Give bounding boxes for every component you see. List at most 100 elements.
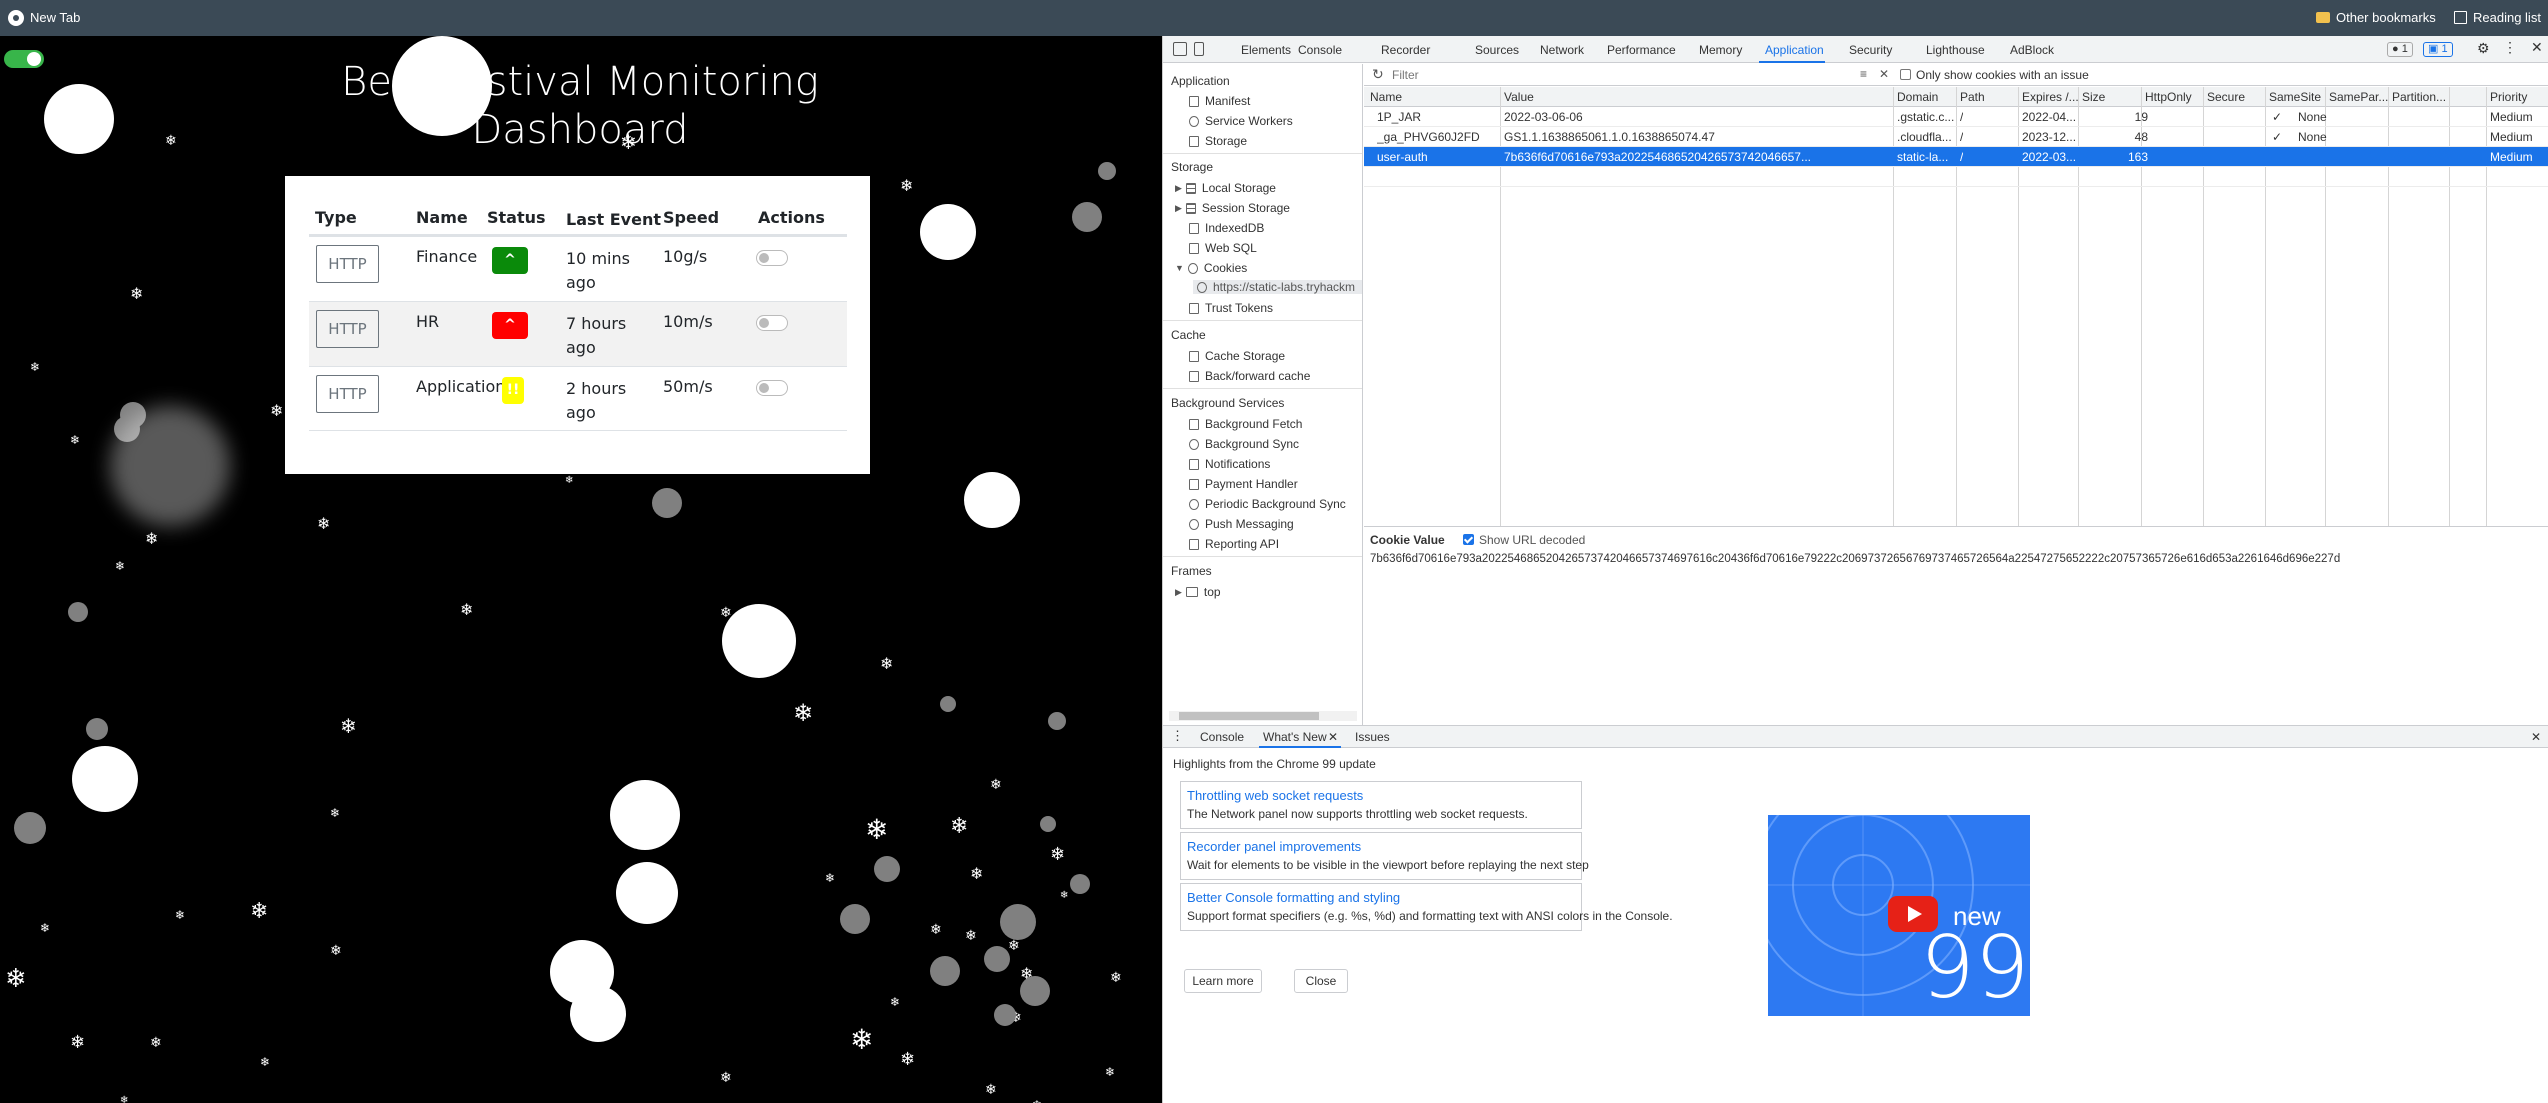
scrollbar-thumb[interactable]	[1179, 712, 1319, 720]
whats-new-item[interactable]: Throttling web socket requests The Netwo…	[1180, 781, 1582, 829]
sidebar-item-trust-tokens[interactable]: Trust Tokens	[1189, 301, 1273, 315]
expand-arrow-icon[interactable]: ▶	[1175, 183, 1182, 194]
sidebar-item-back-forward-cache[interactable]: Back/forward cache	[1189, 369, 1310, 383]
whats-new-item[interactable]: Recorder panel improvements Wait for ele…	[1180, 832, 1589, 880]
table-row-selected[interactable]: user-auth 7b636f6d70616e793a202254686520…	[1364, 147, 2548, 167]
expand-arrow-icon[interactable]: ▶	[1175, 203, 1182, 214]
col-value[interactable]: Value	[1504, 90, 1534, 104]
col-secure[interactable]: Secure	[2207, 90, 2245, 104]
sidebar-item-periodic-background-sync[interactable]: Periodic Background Sync	[1189, 497, 1346, 511]
refresh-icon[interactable]: ↻	[1372, 66, 1384, 83]
col-domain[interactable]: Domain	[1897, 90, 1938, 104]
row-toggle-switch[interactable]	[756, 315, 788, 331]
sidebar-item-background-sync[interactable]: Background Sync	[1189, 437, 1299, 451]
delete-all-icon[interactable]: ✕	[1879, 67, 1889, 81]
sidebar-item-session-storage[interactable]: ▶ Session Storage	[1175, 201, 1290, 215]
settings-gear-icon[interactable]: ⚙	[2477, 40, 2490, 57]
table-row[interactable]: _ga_PHVG60J2FD GS1.1.1638865061.1.0.1638…	[1364, 127, 2548, 147]
col-samesite[interactable]: SameSite	[2269, 90, 2321, 104]
drawer-tab-console[interactable]: Console	[1200, 730, 1244, 744]
col-priority[interactable]: Priority	[2490, 90, 2527, 104]
whats-new-item-title[interactable]: Better Console formatting and styling	[1187, 890, 1400, 905]
sidebar-item-frame-top[interactable]: ▶ top	[1175, 585, 1221, 599]
whats-new-item-title[interactable]: Throttling web socket requests	[1187, 788, 1363, 803]
close-tab-icon[interactable]: ✕	[1328, 730, 1338, 744]
sidebar-item-cookie-origin[interactable]: https://static-labs.tryhackm	[1193, 280, 1362, 294]
collapse-arrow-icon[interactable]: ▼	[1175, 263, 1184, 273]
expand-arrow-icon[interactable]: ▶	[1175, 587, 1182, 598]
close-drawer-icon[interactable]: ✕	[2531, 730, 2541, 744]
device-toolbar-icon[interactable]	[1194, 42, 1204, 56]
clear-filtered-icon[interactable]: ≡	[1860, 67, 1867, 81]
tab-security[interactable]: Security	[1849, 43, 1892, 57]
show-url-decoded-checkbox[interactable]	[1463, 534, 1474, 545]
more-options-icon[interactable]: ⋮	[2503, 39, 2517, 56]
only-issue-checkbox[interactable]	[1900, 69, 1911, 80]
tab-lighthouse[interactable]: Lighthouse	[1926, 43, 1985, 57]
col-sameparty[interactable]: SamePar...	[2329, 90, 2388, 104]
col-expires[interactable]: Expires /...	[2022, 90, 2079, 104]
devtools-panel: Elements Console Recorder Sources Networ…	[1162, 36, 2548, 1103]
error-count-badge[interactable]: ● 1	[2387, 42, 2413, 57]
http-button[interactable]: HTTP	[316, 375, 379, 413]
sidebar-item-cookies[interactable]: ▼ Cookies	[1175, 261, 1247, 275]
whats-new-item-title[interactable]: Recorder panel improvements	[1187, 839, 1361, 854]
table-row[interactable]: 1P_JAR 2022-03-06-06 .gstatic.c... / 202…	[1364, 107, 2548, 127]
cookie-secure: ✓	[2272, 110, 2283, 124]
http-button[interactable]: HTTP	[316, 310, 379, 348]
close-button[interactable]: Close	[1294, 969, 1348, 993]
col-path[interactable]: Path	[1960, 90, 1985, 104]
col-size[interactable]: Size	[2082, 90, 2105, 104]
divider	[1163, 556, 1362, 557]
col-name[interactable]: Name	[1370, 90, 1402, 104]
snowflake-icon: ❄	[825, 871, 836, 885]
sidebar-item-push-messaging[interactable]: Push Messaging	[1189, 517, 1294, 531]
row-toggle-switch[interactable]	[756, 380, 788, 396]
tab-console[interactable]: Console	[1298, 43, 1342, 57]
tab-elements[interactable]: Elements	[1241, 43, 1291, 57]
tab-recorder[interactable]: Recorder	[1381, 43, 1430, 57]
sidebar-item-web-sql[interactable]: Web SQL	[1189, 241, 1257, 255]
sidebar-item-manifest[interactable]: Manifest	[1189, 94, 1250, 108]
tab-network[interactable]: Network	[1540, 43, 1584, 57]
snowflake-icon: ❄	[950, 814, 969, 839]
tab-performance[interactable]: Performance	[1607, 43, 1676, 57]
cookie-priority: Medium	[2490, 110, 2533, 124]
tab-adblock[interactable]: AdBlock	[2010, 43, 2054, 57]
tab-application[interactable]: Application	[1765, 43, 1824, 57]
reading-list[interactable]: Reading list	[2454, 10, 2541, 25]
sidebar-item-cache-storage[interactable]: Cache Storage	[1189, 349, 1285, 363]
header-status: Status	[487, 208, 546, 227]
col-httponly[interactable]: HttpOnly	[2145, 90, 2192, 104]
drawer-menu-icon[interactable]: ⋮	[1171, 728, 1184, 744]
sidebar-item-local-storage[interactable]: ▶ Local Storage	[1175, 181, 1276, 195]
sidebar-item-indexeddb[interactable]: IndexedDB	[1189, 221, 1264, 235]
row-speed: 10m/s	[663, 312, 713, 331]
learn-more-button[interactable]: Learn more	[1184, 969, 1262, 993]
tab-sources[interactable]: Sources	[1475, 43, 1519, 57]
drawer-tab-issues[interactable]: Issues	[1355, 730, 1390, 744]
other-bookmarks[interactable]: Other bookmarks	[2316, 10, 2436, 25]
sidebar-scrollbar[interactable]	[1169, 711, 1357, 721]
drawer-tab-whats-new[interactable]: What's New	[1263, 730, 1327, 744]
sidebar-item-notifications[interactable]: Notifications	[1189, 457, 1270, 471]
sidebar-item-payment-handler[interactable]: Payment Handler	[1189, 477, 1298, 491]
sidebar-item-reporting-api[interactable]: Reporting API	[1189, 537, 1279, 551]
http-button[interactable]: HTTP	[316, 245, 379, 283]
sidebar-item-storage[interactable]: Storage	[1189, 134, 1247, 148]
close-devtools-icon[interactable]: ✕	[2531, 39, 2543, 56]
message-count-badge[interactable]: ▣ 1	[2423, 42, 2453, 57]
sidebar-item-background-fetch[interactable]: Background Fetch	[1189, 417, 1302, 431]
row-toggle-switch[interactable]	[756, 250, 788, 266]
snow-toggle[interactable]	[4, 50, 44, 68]
tab-title[interactable]: New Tab	[30, 10, 80, 25]
tab-memory[interactable]: Memory	[1699, 43, 1742, 57]
status-badge: !!	[502, 377, 524, 404]
cookie-value-text[interactable]: 7b636f6d70616e793a2022546865204265737420…	[1370, 553, 2340, 565]
filter-input[interactable]: Filter	[1392, 68, 1822, 82]
col-partition[interactable]: Partition...	[2392, 90, 2446, 104]
sidebar-item-service-workers[interactable]: Service Workers	[1189, 114, 1293, 128]
chrome-99-promo-video[interactable]: new 99	[1768, 815, 2030, 1016]
inspect-element-icon[interactable]	[1173, 42, 1187, 56]
whats-new-item[interactable]: Better Console formatting and styling Su…	[1180, 883, 1673, 931]
